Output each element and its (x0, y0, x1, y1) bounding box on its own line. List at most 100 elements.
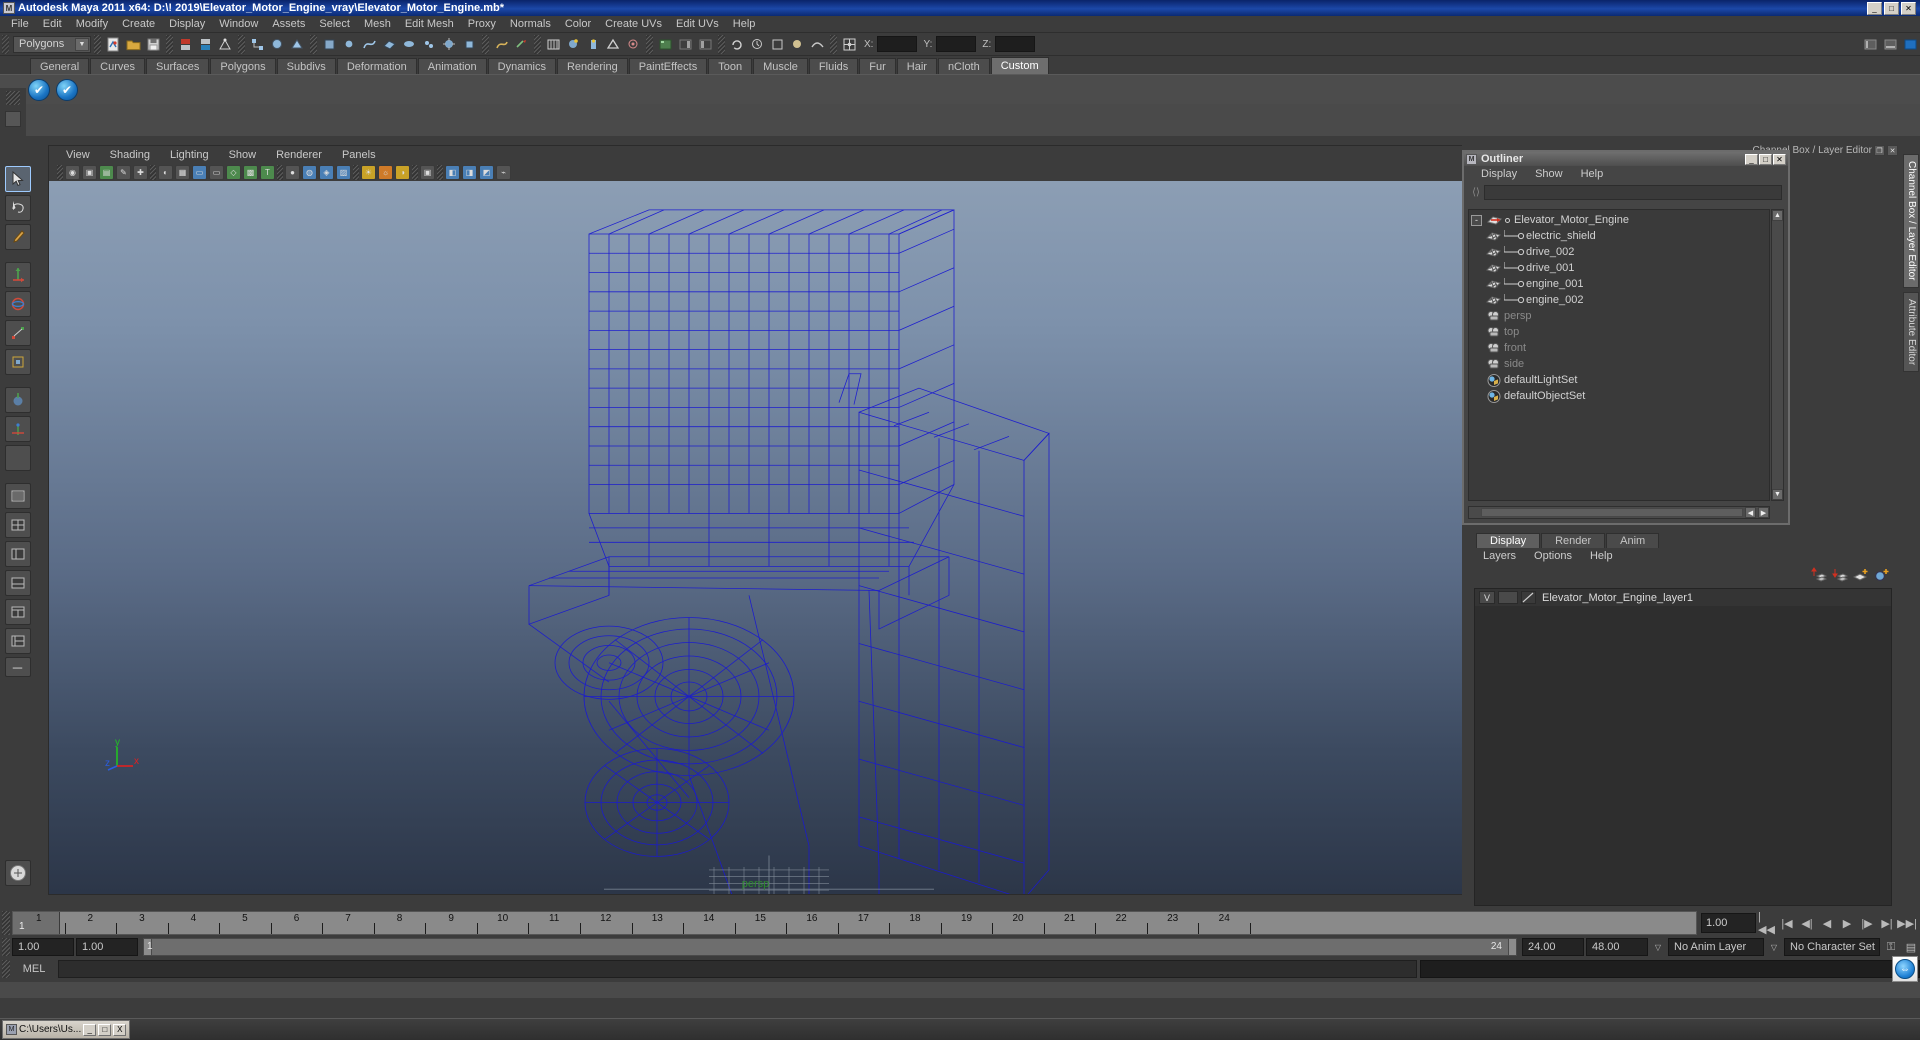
mask-rendering-icon[interactable] (440, 35, 459, 54)
transform-pivot-icon[interactable] (840, 35, 859, 54)
select-by-object-type-icon[interactable] (268, 35, 287, 54)
outliner-item-default-light-set[interactable]: defaultLightSet (1469, 372, 1769, 388)
move-tool-button[interactable] (4, 262, 31, 288)
share-icon[interactable]: ⌁ (496, 164, 511, 180)
outliner-item-default-object-set[interactable]: defaultObjectSet (1469, 388, 1769, 404)
outliner-search-input[interactable] (1484, 184, 1782, 200)
soft-modification-tool-button[interactable] (4, 387, 31, 413)
universal-manipulator-button[interactable] (4, 349, 31, 375)
minimize-button[interactable]: _ (1867, 1, 1882, 15)
image-plane-icon[interactable]: ✚ (133, 164, 148, 180)
current-time-field[interactable]: 1.00 (1701, 913, 1756, 933)
console-maximize-button[interactable]: □ (98, 1023, 112, 1036)
viewport-bar-grip[interactable] (57, 164, 63, 180)
outliner-minimize-button[interactable]: _ (1745, 153, 1758, 165)
bookmark-icon[interactable]: ✎ (116, 164, 131, 180)
perspective-viewport[interactable]: y x z persp (49, 181, 1462, 894)
isolate-select-icon[interactable]: ▣ (420, 164, 435, 180)
grid-display-icon[interactable]: ▦ (175, 164, 190, 180)
outliner-item-persp[interactable]: persp (1469, 308, 1769, 324)
toggle-channel-box-icon[interactable] (696, 35, 715, 54)
outliner-persp-layout-button[interactable] (4, 541, 31, 567)
menu-modify[interactable]: Modify (69, 17, 115, 31)
command-language-label[interactable]: MEL (13, 963, 55, 975)
mask-deformation-icon[interactable] (400, 35, 419, 54)
menu-edit-mesh[interactable]: Edit Mesh (398, 17, 461, 31)
use-default-light-icon[interactable]: ☀ (361, 164, 376, 180)
select-camera-icon[interactable]: ◉ (65, 164, 80, 180)
shelf-tab-fur[interactable]: Fur (859, 58, 896, 74)
gamma-icon[interactable]: ◨ (462, 164, 477, 180)
close-button[interactable]: ✕ (1901, 1, 1916, 15)
time-slider-grip[interactable] (2, 911, 10, 935)
outliner-tree[interactable]: - Elevator_Motor_Engine electric_shield … (1468, 209, 1770, 501)
tab-render[interactable]: Render (1541, 533, 1606, 548)
navigation-badge[interactable]: ⇔ (1892, 956, 1918, 982)
save-scene-icon[interactable] (144, 35, 163, 54)
show-hide-toolbox-icon[interactable] (1901, 35, 1920, 54)
menu-color[interactable]: Color (558, 17, 598, 31)
show-manipulator-tool-button[interactable] (4, 416, 31, 442)
shelf-tab-surfaces[interactable]: Surfaces (145, 58, 210, 74)
viewport-menu-shading[interactable]: Shading (100, 148, 160, 162)
texture-icon[interactable]: T (260, 164, 275, 180)
maximize-button[interactable]: □ (1884, 1, 1899, 15)
open-scene-icon[interactable] (124, 35, 143, 54)
play-backwards-button[interactable]: ◀ (1818, 913, 1836, 933)
bake-icon[interactable] (788, 35, 807, 54)
menu-assets[interactable]: Assets (265, 17, 312, 31)
menu-mesh[interactable]: Mesh (357, 17, 398, 31)
layer-list[interactable]: V Elevator_Motor_Engine_layer1 (1474, 588, 1892, 906)
time-slider-track[interactable]: 1 1 2 3 4 5 6 7 8 9 10 11 12 13 14 15 16 17 18 19 20 21 22 23 2… (12, 911, 1697, 935)
animation-start-time-field[interactable]: 1.00 (12, 938, 74, 956)
undo-icon[interactable] (176, 35, 195, 54)
outliner-maximize-button[interactable]: □ (1759, 153, 1772, 165)
menu-create-uvs[interactable]: Create UVs (598, 17, 669, 31)
show-hide-shelf-icon[interactable] (1861, 35, 1880, 54)
new-layer-icon[interactable] (1853, 567, 1869, 582)
selection-mode-dropdown[interactable]: Polygons ▼ (13, 35, 91, 53)
render-view-icon[interactable] (544, 35, 563, 54)
viewport-menu-renderer[interactable]: Renderer (266, 148, 332, 162)
menu-edit[interactable]: Edit (36, 17, 69, 31)
lasso-tool-button[interactable] (4, 195, 31, 221)
outliner-item-drive-002[interactable]: drive_002 (1469, 244, 1769, 260)
console-close-button[interactable]: X (113, 1023, 127, 1036)
scroll-right-icon[interactable]: ▶ (1758, 507, 1769, 518)
menu-file[interactable]: File (4, 17, 36, 31)
viewport-menu-view[interactable]: View (56, 148, 100, 162)
outliner-item-engine-002[interactable]: engine_002 (1469, 292, 1769, 308)
mask-curve-icon[interactable] (360, 35, 379, 54)
step-back-frame-button[interactable]: ◀| (1798, 913, 1816, 933)
mask-dynamic-icon[interactable] (420, 35, 439, 54)
shelf-tab-subdivs[interactable]: Subdivs (276, 58, 336, 74)
character-set-dropdown[interactable]: No Character Set (1784, 938, 1880, 956)
film-gate-icon[interactable]: ▭ (192, 164, 207, 180)
scroll-thumb[interactable] (1481, 508, 1743, 517)
outliner-menu-help[interactable]: Help (1572, 168, 1613, 180)
step-forward-frame-button[interactable]: |▶ (1858, 913, 1876, 933)
layer-visibility-toggle[interactable]: V (1479, 591, 1495, 604)
two-sided-lighting-icon[interactable]: ◐ (158, 164, 173, 180)
new-layer-from-selected-icon[interactable] (1874, 567, 1890, 582)
history-icon[interactable] (728, 35, 747, 54)
play-forwards-button[interactable]: ▶ (1838, 913, 1856, 933)
vertical-tab-attribute-editor[interactable]: Attribute Editor (1903, 291, 1919, 372)
outliner-item-top[interactable]: top (1469, 324, 1769, 340)
mask-surface-icon[interactable] (380, 35, 399, 54)
animation-end-time-field[interactable]: 48.00 (1586, 938, 1648, 956)
construction-history-icon[interactable] (748, 35, 767, 54)
flat-shade-icon[interactable]: ◈ (319, 164, 334, 180)
menu-proxy[interactable]: Proxy (461, 17, 503, 31)
render-settings-icon[interactable] (604, 35, 623, 54)
exposure-icon[interactable]: ◧ (445, 164, 460, 180)
scroll-down-icon[interactable]: ▼ (1772, 489, 1783, 500)
tab-display[interactable]: Display (1476, 533, 1541, 548)
chevron-down-icon[interactable]: ▽ (1766, 938, 1782, 956)
mask-misc-icon[interactable] (460, 35, 479, 54)
playback-start-time-field[interactable]: 1.00 (76, 938, 138, 956)
z-coordinate-field[interactable] (995, 36, 1036, 52)
redo-icon[interactable] (196, 35, 215, 54)
layer-row[interactable]: V Elevator_Motor_Engine_layer1 (1475, 589, 1891, 606)
dock-close-icon[interactable]: ✕ (1887, 145, 1898, 156)
